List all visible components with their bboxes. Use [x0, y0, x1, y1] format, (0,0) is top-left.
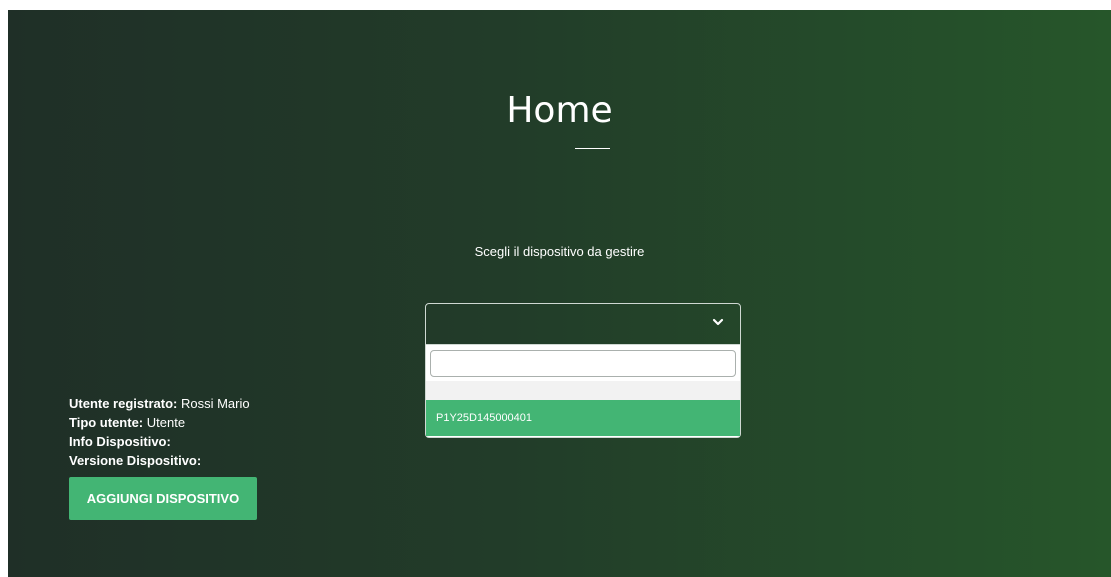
registered-user-row: Utente registrato: Rossi Mario: [69, 394, 250, 413]
device-info-label: Info Dispositivo:: [69, 434, 171, 449]
user-type-value: Utente: [146, 415, 186, 430]
device-option-empty[interactable]: [426, 381, 740, 400]
title-divider: [575, 148, 610, 149]
registered-user-label: Utente registrato:: [69, 396, 178, 411]
chevron-down-icon: [712, 318, 724, 326]
device-info-row: Info Dispositivo:: [69, 432, 250, 451]
device-version-label: Versione Dispositivo:: [69, 453, 202, 468]
page-title: Home: [506, 90, 613, 131]
app-background: Home Scegli il dispositivo da gestire P1…: [8, 10, 1111, 577]
device-dropdown: P1Y25D145000401: [425, 345, 741, 438]
user-info-panel: Utente registrato: Rossi Mario Tipo uten…: [69, 394, 250, 470]
device-version-row: Versione Dispositivo:: [69, 451, 250, 470]
registered-user-value: Rossi Mario: [180, 396, 250, 411]
user-type-row: Tipo utente: Utente: [69, 413, 250, 432]
choose-device-label: Scegli il dispositivo da gestire: [474, 244, 645, 259]
device-select[interactable]: [425, 303, 741, 345]
device-search-input[interactable]: [430, 350, 736, 377]
device-option[interactable]: P1Y25D145000401: [426, 400, 740, 436]
user-type-label: Tipo utente:: [69, 415, 144, 430]
add-device-button[interactable]: AGGIUNGI DISPOSITIVO: [69, 477, 257, 520]
